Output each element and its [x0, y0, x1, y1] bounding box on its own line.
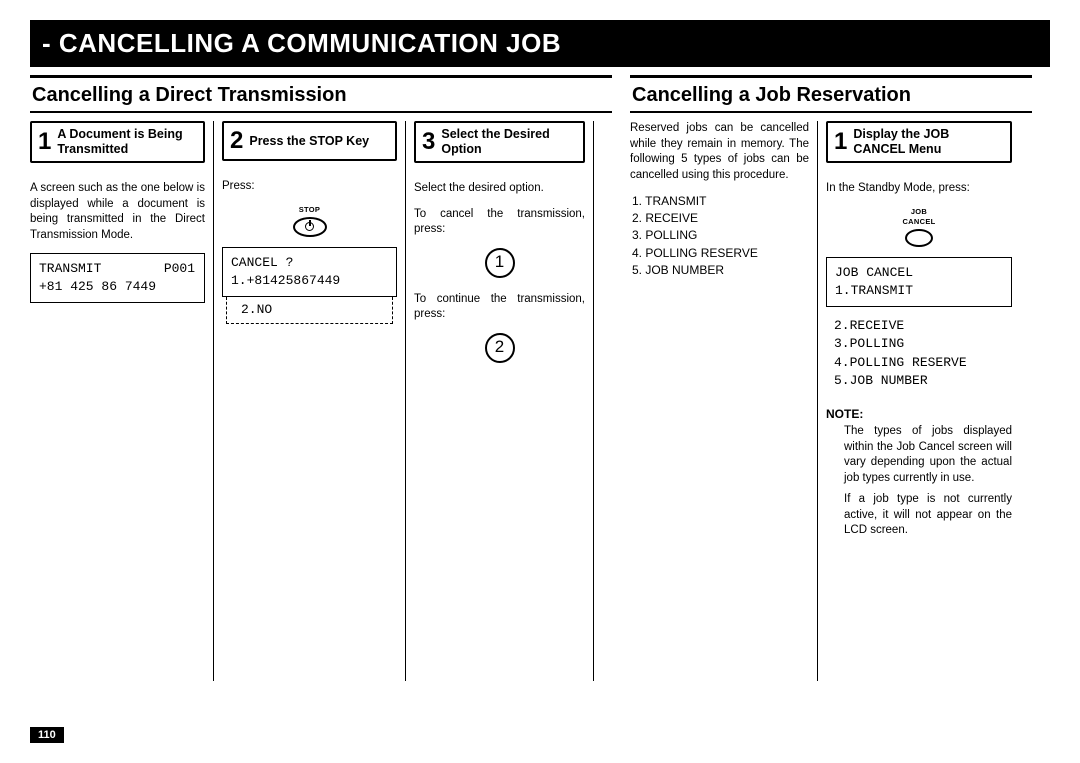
- main-content: Cancelling a Direct Transmission 1 A Doc…: [30, 75, 1050, 681]
- step2-body: Press:: [222, 179, 397, 195]
- list-item: 1. TRANSMIT: [632, 193, 809, 209]
- right-step1-body: In the Standby Mode, press:: [826, 181, 1012, 197]
- right-step1-title: Display the JOB CANCEL Menu: [853, 123, 1010, 161]
- step3-body3: To continue the transmission, press:: [414, 292, 585, 323]
- step1-num: 1: [32, 130, 57, 154]
- jobcancel-key-label: JOB CANCEL: [894, 207, 944, 227]
- step1-title: A Document is Being Transmitted: [57, 123, 203, 161]
- intro-body: Reserved jobs can be cancelled while the…: [630, 121, 809, 183]
- step3-body2: To cancel the transmission, press:: [414, 207, 585, 238]
- stop-icon: [293, 217, 327, 237]
- step1-lcd: TRANSMIT P001 +81 425 86 7449: [30, 253, 205, 303]
- note-body-1: The types of jobs displayed within the J…: [826, 424, 1012, 486]
- intro-col: Reserved jobs can be cancelled while the…: [630, 121, 818, 681]
- list-item: 3. POLLING: [632, 227, 809, 243]
- page-title: - CANCELLING A COMMUNICATION JOB: [30, 20, 1050, 67]
- right-step1-lcd-extra: 2.RECEIVE 3.POLLING 4.POLLING RESERVE 5.…: [826, 317, 1012, 398]
- step2-lcd-extra: 2.NO: [226, 297, 393, 324]
- step2-box: 2 Press the STOP Key: [222, 121, 397, 161]
- circle-2-icon: 2: [485, 333, 515, 363]
- step1-col: 1 A Document is Being Transmitted A scre…: [30, 121, 214, 681]
- step3-col: 3 Select the Desired Option Select the d…: [414, 121, 594, 681]
- step1-box: 1 A Document is Being Transmitted: [30, 121, 205, 163]
- stop-key-label: STOP: [299, 205, 320, 215]
- list-item: 4. POLLING RESERVE: [632, 245, 809, 261]
- note-heading: NOTE:: [826, 406, 1012, 422]
- list-item: 2. RECEIVE: [632, 210, 809, 226]
- section-direct-transmission: Cancelling a Direct Transmission 1 A Doc…: [30, 75, 612, 681]
- page-number: 110: [30, 727, 64, 743]
- section-left-title: Cancelling a Direct Transmission: [30, 82, 612, 113]
- section-right-title: Cancelling a Job Reservation: [630, 82, 1032, 113]
- right-step1-num: 1: [828, 130, 853, 154]
- step1-body: A screen such as the one below is displa…: [30, 181, 205, 243]
- right-step1-box: 1 Display the JOB CANCEL Menu: [826, 121, 1012, 163]
- right-step1-col: 1 Display the JOB CANCEL Menu In the Sta…: [826, 121, 1020, 681]
- step3-body1: Select the desired option.: [414, 181, 585, 197]
- jobcancel-key: JOB CANCEL: [894, 207, 944, 247]
- step3-title: Select the Desired Option: [441, 123, 583, 161]
- step3-box: 3 Select the Desired Option: [414, 121, 585, 163]
- section-job-reservation: Cancelling a Job Reservation Reserved jo…: [630, 75, 1032, 681]
- step2-col: 2 Press the STOP Key Press: STOP CANCEL …: [222, 121, 406, 681]
- job-type-list: 1. TRANSMIT 2. RECEIVE 3. POLLING 4. POL…: [632, 193, 809, 278]
- list-item: 5. JOB NUMBER: [632, 262, 809, 278]
- jobcancel-icon: [905, 229, 933, 247]
- step3-num: 3: [416, 130, 441, 154]
- step2-num: 2: [224, 129, 249, 153]
- step2-lcd: CANCEL ? 1.+81425867449: [222, 247, 397, 297]
- step2-title: Press the STOP Key: [249, 130, 375, 153]
- stop-key: STOP: [285, 205, 335, 237]
- note-body-2: If a job type is not currently active, i…: [826, 492, 1012, 539]
- right-step1-lcd: JOB CANCEL 1.TRANSMIT: [826, 257, 1012, 307]
- circle-1-icon: 1: [485, 248, 515, 278]
